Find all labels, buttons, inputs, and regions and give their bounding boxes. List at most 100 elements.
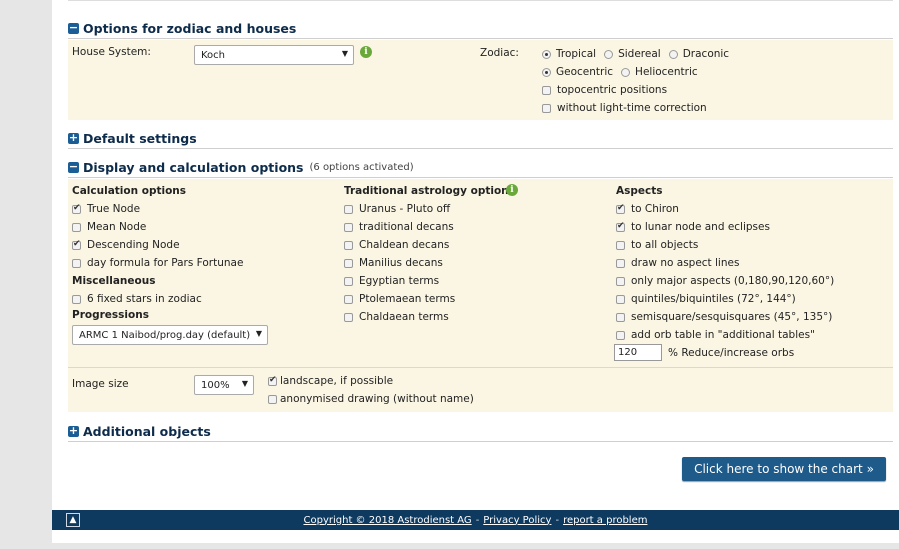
aspect-checkbox[interactable] bbox=[616, 240, 625, 250]
chevron-down-icon: ▼ bbox=[255, 329, 262, 338]
house-system-label: House System: bbox=[72, 46, 151, 58]
aspect-option-row[interactable]: to all objects bbox=[616, 239, 698, 251]
trad-option-label: Uranus - Pluto off bbox=[359, 203, 451, 215]
pars-fortunae-checkbox[interactable] bbox=[72, 258, 81, 268]
trad-option-row[interactable]: traditional decans bbox=[344, 221, 454, 233]
lunar-node-checkbox[interactable] bbox=[616, 221, 625, 232]
house-system-select[interactable]: Koch ▼ bbox=[194, 45, 354, 65]
trad-options-title: Traditional astrology options bbox=[344, 185, 515, 197]
trad-checkbox[interactable] bbox=[344, 222, 353, 232]
default-section-header[interactable]: + Default settings bbox=[68, 128, 893, 149]
trad-checkbox[interactable] bbox=[344, 294, 353, 304]
tropical-label: Tropical bbox=[556, 48, 597, 60]
aspects-title: Aspects bbox=[616, 185, 663, 197]
trad-option-row[interactable]: Ptolemaean terms bbox=[344, 293, 455, 305]
trad-option-row[interactable]: Uranus - Pluto off bbox=[344, 203, 450, 215]
trad-checkbox[interactable] bbox=[344, 276, 353, 286]
aspect-option-label: only major aspects (0,180,90,120,60°) bbox=[631, 275, 835, 287]
display-panel: Calculation options True Node Mean Node … bbox=[68, 179, 893, 412]
chiron-checkbox[interactable] bbox=[616, 203, 625, 214]
progressions-value: ARMC 1 Naibod/prog.day (default) bbox=[79, 329, 251, 341]
options-count-note: (6 options activated) bbox=[309, 161, 414, 173]
trad-checkbox[interactable] bbox=[344, 312, 353, 322]
draconic-label: Draconic bbox=[682, 48, 730, 60]
additional-section-header[interactable]: + Additional objects bbox=[68, 421, 893, 442]
sidereal-radio[interactable] bbox=[604, 49, 614, 59]
aspect-option-label: add orb table in "additional tables" bbox=[631, 329, 815, 341]
info-icon[interactable]: i bbox=[506, 184, 518, 196]
anonymised-row[interactable]: anonymised drawing (without name) bbox=[268, 393, 474, 405]
anonymised-checkbox[interactable] bbox=[268, 394, 277, 404]
trad-option-label: Manilius decans bbox=[359, 257, 443, 269]
aspect-option-row[interactable]: to lunar node and eclipses bbox=[616, 221, 770, 233]
zodiac-section-header[interactable]: − Options for zodiac and houses bbox=[68, 18, 893, 39]
copyright-link[interactable]: Copyright © 2018 Astrodienst AG bbox=[304, 515, 472, 526]
info-icon[interactable]: i bbox=[360, 46, 372, 58]
trad-option-row[interactable]: Egyptian terms bbox=[344, 275, 439, 287]
aspect-option-label: to all objects bbox=[631, 239, 699, 251]
misc-option-label: 6 fixed stars in zodiac bbox=[87, 293, 202, 305]
aspect-checkbox[interactable] bbox=[616, 258, 625, 268]
orb-table-checkbox[interactable] bbox=[616, 330, 625, 340]
light-time-checkbox[interactable] bbox=[542, 103, 551, 113]
trad-option-label: Chaldaean terms bbox=[359, 311, 449, 323]
trad-option-row[interactable]: Manilius decans bbox=[344, 257, 443, 269]
orb-label: % Reduce/increase orbs bbox=[668, 347, 795, 359]
aspect-checkbox[interactable] bbox=[616, 276, 625, 286]
trad-checkbox[interactable] bbox=[344, 258, 353, 268]
minus-box-icon[interactable]: − bbox=[68, 22, 79, 34]
aspect-checkbox[interactable] bbox=[616, 312, 625, 322]
trad-checkbox[interactable] bbox=[344, 204, 353, 214]
aspect-option-row[interactable]: only major aspects (0,180,90,120,60°) bbox=[616, 275, 834, 287]
draconic-radio[interactable] bbox=[668, 49, 678, 59]
tropical-radio[interactable] bbox=[542, 49, 551, 59]
zodiac-type-row: Tropical Sidereal Draconic bbox=[542, 48, 729, 60]
aspect-option-row[interactable]: quintiles/biquintiles (72°, 144°) bbox=[616, 293, 796, 305]
aspect-option-row[interactable]: draw no aspect lines bbox=[616, 257, 739, 269]
descending-node-checkbox[interactable] bbox=[72, 239, 81, 250]
calc-option-row[interactable]: Descending Node bbox=[72, 239, 180, 251]
calc-option-row[interactable]: day formula for Pars Fortunae bbox=[72, 257, 243, 269]
topocentric-row[interactable]: topocentric positions bbox=[542, 84, 667, 96]
geocentric-radio[interactable] bbox=[542, 67, 551, 77]
image-size-select[interactable]: 100% ▼ bbox=[194, 375, 254, 395]
calc-option-label: day formula for Pars Fortunae bbox=[87, 257, 244, 269]
progressions-select[interactable]: ARMC 1 Naibod/prog.day (default) ▼ bbox=[72, 325, 268, 345]
report-problem-link[interactable]: report a problem bbox=[563, 515, 647, 526]
topocentric-checkbox[interactable] bbox=[542, 85, 551, 95]
calc-option-row[interactable]: Mean Node bbox=[72, 221, 146, 233]
plus-box-icon[interactable]: + bbox=[68, 425, 79, 437]
display-section-header[interactable]: − Display and calculation options (6 opt… bbox=[68, 157, 893, 178]
landscape-checkbox[interactable] bbox=[268, 375, 277, 386]
additional-section-title: Additional objects bbox=[83, 423, 211, 439]
show-chart-button[interactable]: Click here to show the chart » bbox=[682, 457, 886, 481]
calc-option-row[interactable]: True Node bbox=[72, 203, 140, 215]
misc-option-row[interactable]: 6 fixed stars in zodiac bbox=[72, 293, 202, 305]
trad-checkbox[interactable] bbox=[344, 240, 353, 250]
orb-input[interactable]: 120 bbox=[614, 344, 662, 361]
plus-box-icon[interactable]: + bbox=[68, 132, 79, 144]
topocentric-label: topocentric positions bbox=[557, 84, 668, 96]
aspect-option-row[interactable]: add orb table in "additional tables" bbox=[616, 329, 815, 341]
minus-box-icon[interactable]: − bbox=[68, 161, 79, 173]
heliocentric-radio[interactable] bbox=[621, 67, 631, 77]
trad-option-row[interactable]: Chaldean decans bbox=[344, 239, 449, 251]
landscape-row[interactable]: landscape, if possible bbox=[268, 375, 393, 387]
aspect-checkbox[interactable] bbox=[616, 294, 625, 304]
privacy-policy-link[interactable]: Privacy Policy bbox=[483, 515, 551, 526]
trad-option-label: traditional decans bbox=[359, 221, 454, 233]
display-section-title: Display and calculation options bbox=[83, 159, 304, 175]
true-node-checkbox[interactable] bbox=[72, 203, 81, 214]
zodiac-label: Zodiac: bbox=[480, 47, 519, 59]
aspect-option-row[interactable]: to Chiron bbox=[616, 203, 679, 215]
arrow-up-icon[interactable]: ▲ bbox=[66, 513, 80, 527]
fixed-stars-checkbox[interactable] bbox=[72, 294, 81, 304]
light-time-row[interactable]: without light-time correction bbox=[542, 102, 707, 114]
centric-row: Geocentric Heliocentric bbox=[542, 66, 698, 78]
aspect-option-row[interactable]: semisquare/sesquisquares (45°, 135°) bbox=[616, 311, 832, 323]
house-system-value: Koch bbox=[201, 49, 226, 61]
footer-separator: - bbox=[555, 514, 560, 526]
mean-node-checkbox[interactable] bbox=[72, 222, 81, 232]
geocentric-label: Geocentric bbox=[556, 66, 614, 78]
trad-option-row[interactable]: Chaldaean terms bbox=[344, 311, 449, 323]
